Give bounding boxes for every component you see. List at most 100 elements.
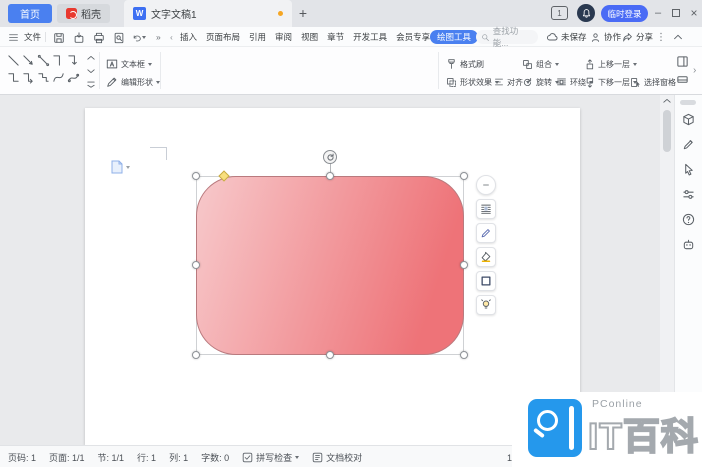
shape-gallery-item[interactable] bbox=[6, 69, 21, 86]
wps-window: 首页 稻壳 W 文字文稿1 + 1 临时登录 – × 文件 » ‹ 插入 bbox=[0, 0, 702, 467]
format-painter-button[interactable]: 格式刷 bbox=[446, 56, 484, 72]
ribbon-expand-arrow-icon[interactable]: › bbox=[693, 65, 696, 76]
quick-style-button[interactable] bbox=[476, 223, 496, 243]
selection-handle[interactable] bbox=[192, 351, 200, 359]
shape-gallery bbox=[6, 52, 81, 86]
rotate-button[interactable]: 旋转 bbox=[522, 74, 559, 90]
shape-effects-button[interactable]: 形状效果 bbox=[446, 74, 499, 90]
selection-handle[interactable] bbox=[460, 261, 468, 269]
selection-handle[interactable] bbox=[192, 172, 200, 180]
textbox-button[interactable]: 文本框 bbox=[106, 56, 152, 72]
maximize-button[interactable] bbox=[668, 5, 684, 21]
help-icon bbox=[682, 213, 695, 226]
quick-fill-button[interactable] bbox=[476, 247, 496, 267]
spellcheck-button[interactable]: 拼写检查 bbox=[242, 451, 299, 464]
bring-forward-button[interactable]: 上移一层 bbox=[584, 56, 637, 72]
sidebar-tool-select[interactable] bbox=[681, 162, 696, 177]
sliders-icon bbox=[682, 188, 695, 201]
collapse-quickbar-button[interactable] bbox=[476, 175, 496, 195]
save-status[interactable]: 未保存 bbox=[546, 27, 587, 47]
selection-handle[interactable] bbox=[460, 172, 468, 180]
more-menu-icon[interactable]: ⋮ bbox=[656, 27, 666, 47]
sidebar-handle[interactable] bbox=[680, 100, 696, 105]
scroll-up-icon[interactable] bbox=[663, 98, 671, 104]
shape-gallery-item[interactable] bbox=[6, 52, 21, 69]
scrollbar-thumb[interactable] bbox=[663, 110, 671, 152]
menu-icon[interactable] bbox=[8, 27, 19, 47]
sidebar-tool-help[interactable] bbox=[681, 212, 696, 227]
shape-gallery-item[interactable] bbox=[36, 69, 51, 86]
align-icon bbox=[494, 77, 504, 87]
collaborate-icon bbox=[590, 32, 601, 43]
recommend-button[interactable] bbox=[476, 295, 496, 315]
user-avatar[interactable] bbox=[577, 4, 595, 22]
layout-toggle-icon-1[interactable] bbox=[676, 55, 689, 68]
share-label: 分享 bbox=[636, 31, 653, 43]
menu-item-insert[interactable]: 插入 bbox=[180, 27, 197, 47]
menu-item-view[interactable]: 视图 bbox=[301, 27, 318, 47]
gallery-scroll-up-icon[interactable] bbox=[87, 55, 95, 61]
more-quick-access-icon[interactable]: » bbox=[156, 27, 161, 47]
shape-gallery-item[interactable] bbox=[21, 69, 36, 86]
docer-icon bbox=[66, 8, 77, 19]
menu-item-developer[interactable]: 开发工具 bbox=[353, 27, 387, 47]
undo-button[interactable] bbox=[132, 31, 146, 44]
search-box[interactable]: 查找功能... bbox=[476, 30, 538, 44]
tab-home[interactable]: 首页 bbox=[8, 4, 52, 23]
menu-item-page-layout[interactable]: 页面布局 bbox=[206, 27, 240, 47]
layout-toggle-icon-2[interactable] bbox=[676, 73, 689, 86]
selection-handle[interactable] bbox=[460, 351, 468, 359]
layout-options-button[interactable] bbox=[476, 199, 496, 219]
object-anchor-icon[interactable] bbox=[111, 160, 123, 179]
edit-shape-button[interactable]: 编辑形状 bbox=[106, 74, 160, 90]
collapse-ribbon-icon[interactable] bbox=[672, 31, 684, 43]
proofread-button[interactable]: 文档校对 bbox=[312, 451, 362, 464]
context-tab-drawing-tools[interactable]: 绘图工具 bbox=[430, 30, 478, 44]
group-button[interactable]: 组合 bbox=[522, 56, 559, 72]
search-placeholder: 查找功能... bbox=[493, 25, 533, 49]
export-button[interactable] bbox=[72, 31, 86, 44]
menu-item-section[interactable]: 章节 bbox=[327, 27, 344, 47]
rotate-handle[interactable] bbox=[323, 150, 337, 164]
tab-document[interactable]: W 文字文稿1 bbox=[124, 0, 292, 27]
print-button[interactable] bbox=[92, 31, 106, 44]
selection-pane-button[interactable]: 选择窗格 bbox=[630, 74, 676, 90]
selection-handle[interactable] bbox=[326, 172, 334, 180]
shape-gallery-item[interactable] bbox=[66, 52, 81, 69]
sidebar-tool-adjust[interactable] bbox=[681, 187, 696, 202]
shape-gallery-item[interactable] bbox=[51, 52, 66, 69]
menu-item-member[interactable]: 会员专享 bbox=[396, 27, 430, 47]
magnifier-icon bbox=[537, 410, 558, 431]
share-button[interactable]: 分享 bbox=[622, 27, 653, 47]
save-button[interactable] bbox=[52, 31, 66, 44]
new-tab-button[interactable]: + bbox=[294, 3, 312, 23]
selection-handle[interactable] bbox=[192, 261, 200, 269]
shape-gallery-item[interactable] bbox=[66, 69, 81, 86]
collaborate-button[interactable]: 协作 bbox=[590, 27, 621, 47]
sidebar-tool-shape[interactable] bbox=[681, 112, 696, 127]
shape-gallery-item[interactable] bbox=[36, 52, 51, 69]
sidebar-tool-pen[interactable] bbox=[681, 137, 696, 152]
selection-handle[interactable] bbox=[326, 351, 334, 359]
menu-item-references[interactable]: 引用 bbox=[249, 27, 266, 47]
status-line: 行: 1 bbox=[137, 451, 156, 464]
status-column: 列: 1 bbox=[169, 451, 188, 464]
menu-item-review[interactable]: 审阅 bbox=[275, 27, 292, 47]
nav-back-chevron-icon[interactable]: ‹ bbox=[170, 27, 173, 47]
file-menu[interactable]: 文件 bbox=[24, 27, 41, 47]
gallery-more-icon[interactable] bbox=[87, 81, 95, 88]
sidebar-tool-assistant[interactable] bbox=[681, 237, 696, 252]
group-icon bbox=[522, 59, 533, 70]
share-icon bbox=[622, 32, 633, 43]
tab-docer[interactable]: 稻壳 bbox=[57, 4, 110, 23]
gallery-scroll-down-icon[interactable] bbox=[87, 68, 95, 74]
login-button[interactable]: 临时登录 bbox=[601, 5, 648, 22]
shape-gallery-item[interactable] bbox=[21, 52, 36, 69]
close-button[interactable]: × bbox=[686, 5, 702, 21]
print-preview-button[interactable] bbox=[112, 31, 126, 44]
minimize-button[interactable]: – bbox=[650, 5, 666, 21]
shape-gallery-item[interactable] bbox=[51, 69, 66, 86]
selected-shape[interactable] bbox=[196, 176, 464, 355]
quick-outline-button[interactable] bbox=[476, 271, 496, 291]
window-switcher-icon[interactable]: 1 bbox=[551, 6, 568, 20]
